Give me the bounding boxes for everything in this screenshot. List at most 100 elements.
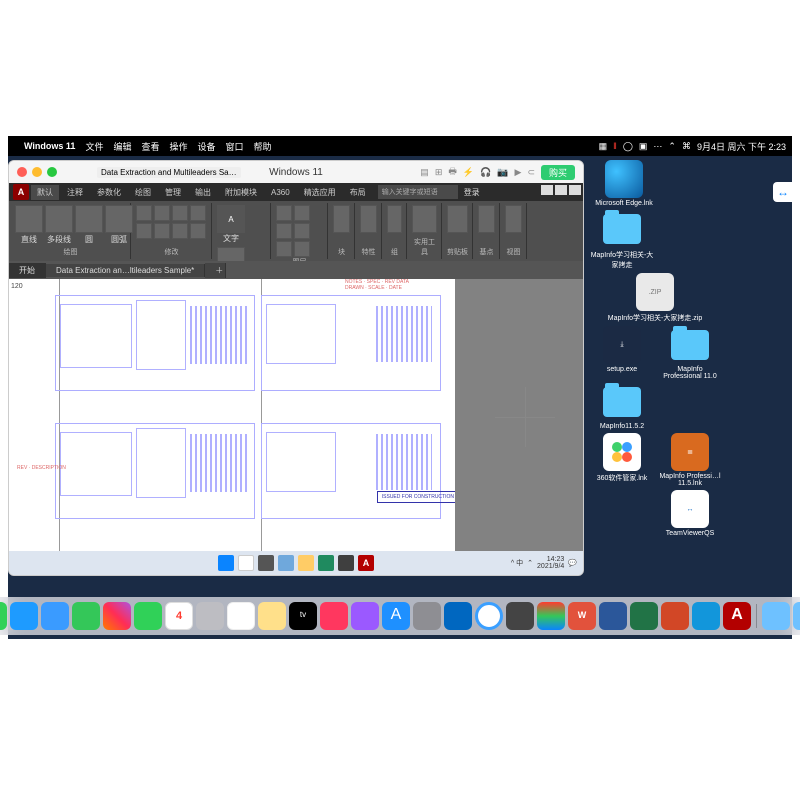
desktop-icon-360[interactable]: 360软件管家.lnk xyxy=(590,433,654,487)
dock-excel-icon[interactable] xyxy=(630,602,658,630)
tray-clock[interactable]: 14:232021/9/4 xyxy=(537,556,564,570)
tool-icon[interactable] xyxy=(172,223,188,239)
desktop-icon-teamviewer[interactable]: ↔TeamViewerQS xyxy=(658,490,722,537)
dock-app-icon[interactable] xyxy=(475,602,503,630)
tool-icon[interactable] xyxy=(294,223,310,239)
block-tool-icon[interactable] xyxy=(333,205,350,233)
close-icon[interactable] xyxy=(17,167,27,177)
vm-max-button[interactable]: ▢ xyxy=(555,185,567,195)
dock-qq-icon[interactable] xyxy=(692,602,720,630)
tool-icon[interactable] xyxy=(294,241,310,257)
tool-icon[interactable] xyxy=(190,205,206,221)
status-control-center-icon[interactable]: ⌘ xyxy=(682,141,691,152)
menu-device[interactable]: 设备 xyxy=(198,140,216,153)
autocad-icon[interactable]: A xyxy=(358,555,374,571)
vm-tool-icon[interactable]: ▤ xyxy=(420,167,429,178)
ribbon-tab[interactable]: 绘图 xyxy=(129,185,157,200)
tool-icon[interactable] xyxy=(190,223,206,239)
minimize-icon[interactable] xyxy=(32,167,42,177)
clipboard-tool-icon[interactable] xyxy=(447,205,468,233)
desktop-icon-folder[interactable]: MapInfo Professional 11.0 xyxy=(658,326,722,380)
dock-notes-icon[interactable] xyxy=(258,602,286,630)
dock-music-icon[interactable] xyxy=(320,602,348,630)
dock-wps-icon[interactable]: W xyxy=(568,602,596,630)
dock-app-icon[interactable] xyxy=(537,602,565,630)
status-parallels-icon[interactable]: ▦ xyxy=(599,141,608,152)
ribbon-tab[interactable]: A360 xyxy=(265,186,296,199)
dock-autocad-icon[interactable]: A xyxy=(723,602,751,630)
tool-icon[interactable] xyxy=(154,223,170,239)
autocad-logo-icon[interactable]: A xyxy=(13,184,29,200)
search-icon[interactable] xyxy=(238,555,254,571)
tool-icon[interactable] xyxy=(136,223,152,239)
status-datetime[interactable]: 9月4日 周六 下午 2:23 xyxy=(697,140,786,153)
text-tool-icon[interactable]: A xyxy=(217,205,245,233)
menu-view[interactable]: 查看 xyxy=(141,140,159,153)
tray-ime[interactable]: ^ 中 xyxy=(511,558,523,568)
desktop-icon-folder[interactable]: MapInfo学习相关-大家拷走 xyxy=(590,210,654,270)
teamviewer-sidebar-icon[interactable]: ↔ xyxy=(773,182,793,202)
line-tool-icon[interactable] xyxy=(15,205,43,233)
vm-tool-icon[interactable]: ▶ xyxy=(515,167,522,178)
dock-facetime-icon[interactable] xyxy=(134,602,162,630)
dock-photos-icon[interactable] xyxy=(103,602,131,630)
edge-icon[interactable] xyxy=(318,555,334,571)
dock-app-icon[interactable] xyxy=(506,602,534,630)
ribbon-tab[interactable]: 注释 xyxy=(61,185,89,200)
dock-contacts-icon[interactable] xyxy=(196,602,224,630)
menu-window[interactable]: 窗口 xyxy=(226,140,244,153)
vm-min-button[interactable]: — xyxy=(541,185,553,195)
tool-icon[interactable] xyxy=(276,205,292,221)
tool-icon[interactable] xyxy=(154,205,170,221)
circle-tool-icon[interactable] xyxy=(75,205,103,233)
vm-tool-icon[interactable]: 📷 xyxy=(497,167,508,178)
dock-safari-icon[interactable] xyxy=(10,602,38,630)
drawing-canvas[interactable]: — ▢ ✕ 120 xyxy=(9,279,583,551)
tool-icon[interactable] xyxy=(172,205,188,221)
menu-help[interactable]: 帮助 xyxy=(254,140,272,153)
status-pause-icon[interactable]: ‖ xyxy=(613,141,617,151)
dock-word-icon[interactable] xyxy=(599,602,627,630)
vm-close-button[interactable]: ✕ xyxy=(569,185,581,195)
menu-edit[interactable]: 编辑 xyxy=(113,140,131,153)
basepoint-tool-icon[interactable] xyxy=(478,205,495,233)
dock-mail-icon[interactable] xyxy=(41,602,69,630)
tool-icon[interactable] xyxy=(276,241,292,257)
vm-tool-icon[interactable]: ⊂ xyxy=(527,167,535,178)
tool-icon[interactable] xyxy=(136,205,152,221)
dock-podcasts-icon[interactable] xyxy=(351,602,379,630)
ribbon-tab[interactable]: 管理 xyxy=(159,185,187,200)
status-volume-icon[interactable]: ⋯ xyxy=(653,141,662,152)
vm-tool-icon[interactable]: ⊞ xyxy=(435,167,443,178)
store-icon[interactable] xyxy=(338,555,354,571)
dock-ppt-icon[interactable] xyxy=(661,602,689,630)
dock-messages-icon[interactable] xyxy=(0,602,7,630)
vm-tool-icon[interactable]: ⚡ xyxy=(463,167,474,178)
status-wifi-icon[interactable]: ⌃ xyxy=(668,141,676,152)
dock-tv-icon[interactable]: tv xyxy=(289,602,317,630)
dock-maps-icon[interactable] xyxy=(72,602,100,630)
taskview-icon[interactable] xyxy=(258,555,274,571)
buy-button[interactable]: 购买 xyxy=(541,165,575,180)
dimension-tool-icon[interactable] xyxy=(217,247,245,261)
ribbon-tab[interactable]: 精选应用 xyxy=(298,185,342,200)
desktop-icon-zip[interactable]: .ZIPMapInfo学习相关-大家拷走.zip xyxy=(590,273,720,323)
explorer-icon[interactable] xyxy=(298,555,314,571)
doc-tab[interactable]: 开始 xyxy=(9,263,46,278)
doc-tab[interactable]: Data Extraction an…ltileaders Sample* xyxy=(46,264,205,277)
desktop-icon-mapinfo[interactable]: ≣MapInfo Professi…l 11.5.lnk xyxy=(658,433,722,487)
ribbon-search-input[interactable]: 输入关键字或短语 xyxy=(378,185,458,199)
tool-icon[interactable] xyxy=(294,205,310,221)
ribbon-tab[interactable]: 参数化 xyxy=(91,185,127,200)
desktop-icon-folder[interactable]: MapInfo11.5.2 xyxy=(590,383,654,430)
vm-tool-icon[interactable]: 🎧 xyxy=(480,167,491,178)
group-tool-icon[interactable] xyxy=(387,205,402,233)
ribbon-tab[interactable]: 附加模块 xyxy=(219,185,263,200)
util-tool-icon[interactable] xyxy=(412,205,437,233)
menu-file[interactable]: 文件 xyxy=(85,140,103,153)
vm-tab[interactable]: Data Extraction and Multileaders Sa… xyxy=(97,167,241,178)
desktop-icon-exe[interactable]: ⤓setup.exe xyxy=(590,326,654,380)
widgets-icon[interactable] xyxy=(278,555,294,571)
dock-appstore-icon[interactable]: A xyxy=(382,602,410,630)
menu-action[interactable]: 操作 xyxy=(169,140,187,153)
